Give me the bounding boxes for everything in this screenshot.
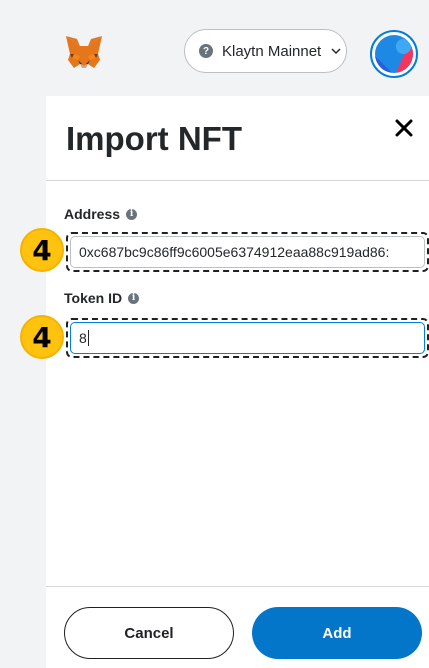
footer-divider xyxy=(46,586,429,587)
step-number: 4 xyxy=(32,320,52,354)
info-icon[interactable]: i xyxy=(128,292,140,304)
close-icon[interactable] xyxy=(394,118,414,138)
address-input-value: 0xc687bc9c86ff9c6005e6374912eaa88c919ad8… xyxy=(79,244,390,260)
step-number: 4 xyxy=(32,233,52,267)
network-unknown-icon: ? xyxy=(199,44,213,58)
metamask-fox-icon xyxy=(66,36,102,68)
account-avatar[interactable] xyxy=(370,30,418,78)
token-id-label: Token ID i xyxy=(64,290,140,306)
header-divider xyxy=(46,180,429,181)
account-identicon xyxy=(375,35,413,73)
address-field-highlight: 0xc687bc9c86ff9c6005e6374912eaa88c919ad8… xyxy=(66,232,429,272)
network-selector[interactable]: ? Klaytn Mainnet xyxy=(184,29,347,73)
text-caret xyxy=(87,330,89,346)
address-label: Address i xyxy=(64,206,138,222)
chevron-down-icon xyxy=(331,48,341,55)
import-nft-dialog: Import NFT Address i 0xc687bc9c86ff9c600… xyxy=(46,96,429,668)
network-name: Klaytn Mainnet xyxy=(222,42,322,60)
address-input[interactable]: 0xc687bc9c86ff9c6005e6374912eaa88c919ad8… xyxy=(70,236,425,268)
page-title: Import NFT xyxy=(66,120,242,157)
token-id-label-text: Token ID xyxy=(64,290,123,306)
app-header: ? Klaytn Mainnet xyxy=(0,0,429,96)
address-label-text: Address xyxy=(64,206,121,222)
step-badge-token-id: 4 xyxy=(20,315,64,359)
step-badge-address: 4 xyxy=(20,228,64,272)
add-button[interactable]: Add xyxy=(252,607,422,659)
info-icon[interactable]: i xyxy=(126,208,138,220)
token-id-input-value: 8 xyxy=(79,330,87,346)
token-id-input[interactable]: 8 xyxy=(70,322,425,354)
cancel-button[interactable]: Cancel xyxy=(64,607,234,659)
token-id-field-highlight: 8 xyxy=(66,318,429,358)
